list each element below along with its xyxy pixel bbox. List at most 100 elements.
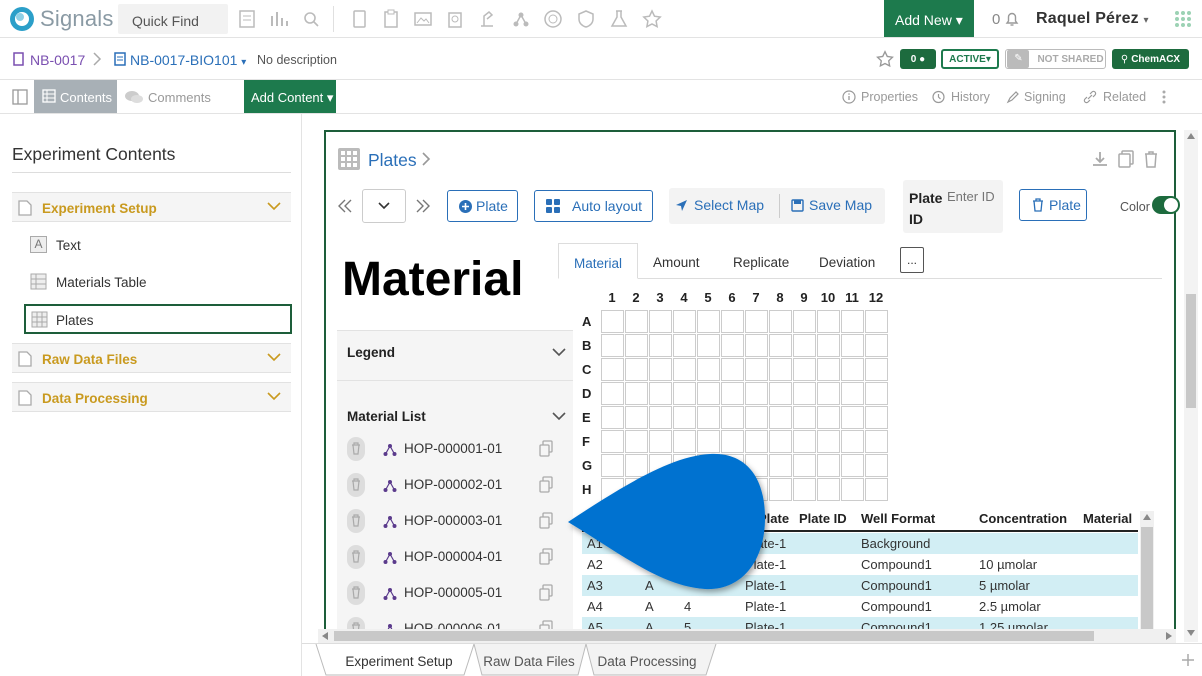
- plate-well[interactable]: [817, 310, 840, 333]
- plate-well[interactable]: [697, 310, 720, 333]
- plate-well[interactable]: [793, 358, 816, 381]
- section-raw-data-files[interactable]: Raw Data Files: [12, 343, 291, 373]
- sidebar-toggle-icon[interactable]: [12, 89, 28, 105]
- plate-well[interactable]: [865, 334, 888, 357]
- copy-icon[interactable]: [1116, 149, 1136, 169]
- trash-icon[interactable]: [347, 545, 365, 569]
- plate-well[interactable]: [601, 334, 624, 357]
- document-list-icon[interactable]: [236, 8, 258, 30]
- list-item[interactable]: HOP-000003-01: [337, 505, 573, 541]
- plate-well[interactable]: [793, 454, 816, 477]
- plate-row-header[interactable]: C: [582, 362, 591, 377]
- copy-icon[interactable]: [538, 584, 554, 602]
- scroll-right-icon[interactable]: [1166, 632, 1172, 640]
- plate-column-header[interactable]: 4: [674, 290, 694, 305]
- section-tab-data-processing[interactable]: Data Processing: [586, 644, 708, 676]
- plate-column-header[interactable]: 2: [626, 290, 646, 305]
- plate-well[interactable]: [697, 406, 720, 429]
- color-toggle[interactable]: [1152, 196, 1180, 214]
- section-tab-experiment-setup[interactable]: Experiment Setup: [326, 644, 472, 676]
- plate-well[interactable]: [625, 382, 648, 405]
- plate-well[interactable]: [793, 334, 816, 357]
- tab-deviation[interactable]: Deviation: [804, 243, 890, 279]
- plate-well[interactable]: [697, 358, 720, 381]
- trash-icon[interactable]: [347, 581, 365, 605]
- plate-row-header[interactable]: E: [582, 410, 591, 425]
- last-page-icon[interactable]: [414, 196, 432, 216]
- plate-row-header[interactable]: F: [582, 434, 590, 449]
- tab-amount[interactable]: Amount: [638, 243, 715, 279]
- quick-find-button[interactable]: Quick Find: [118, 4, 228, 34]
- plate-well[interactable]: [817, 358, 840, 381]
- table-row[interactable]: A5 A 5 Plate-1 Compound1 1.25 µmolar: [582, 617, 1138, 629]
- plate-well[interactable]: [841, 334, 864, 357]
- plate-column-header[interactable]: 11: [842, 290, 862, 305]
- shield-icon[interactable]: [575, 8, 597, 30]
- plate-id-input[interactable]: [947, 187, 1001, 205]
- section-data-processing[interactable]: Data Processing: [12, 382, 291, 412]
- related-link[interactable]: Related: [1103, 90, 1146, 104]
- assay-icon[interactable]: [444, 8, 466, 30]
- plate-well[interactable]: [841, 478, 864, 501]
- column-header-plate-id[interactable]: Plate ID: [799, 511, 847, 530]
- plate-column-header[interactable]: 8: [770, 290, 790, 305]
- plate-well[interactable]: [817, 382, 840, 405]
- plate-well[interactable]: [745, 382, 768, 405]
- plate-well[interactable]: [745, 334, 768, 357]
- scroll-down-icon[interactable]: [1187, 630, 1195, 636]
- plate-well[interactable]: [721, 334, 744, 357]
- plate-well[interactable]: [817, 430, 840, 453]
- plate-column-header[interactable]: 10: [818, 290, 838, 305]
- plate-column-header[interactable]: 7: [746, 290, 766, 305]
- list-item[interactable]: HOP-000005-01: [337, 577, 573, 613]
- scroll-left-icon[interactable]: [322, 632, 328, 640]
- plate-well[interactable]: [841, 310, 864, 333]
- plate-well[interactable]: [649, 406, 672, 429]
- image-icon[interactable]: [412, 8, 434, 30]
- plate-well[interactable]: [601, 406, 624, 429]
- list-item[interactable]: HOP-000006-01: [337, 613, 573, 630]
- download-icon[interactable]: [1090, 149, 1110, 169]
- plate-well[interactable]: [793, 310, 816, 333]
- plate-select[interactable]: [362, 189, 406, 223]
- plate-well[interactable]: [745, 406, 768, 429]
- clipboard-icon[interactable]: [380, 8, 402, 30]
- plate-well[interactable]: [625, 358, 648, 381]
- plate-column-header[interactable]: 1: [602, 290, 622, 305]
- plate-well[interactable]: [865, 454, 888, 477]
- copy-icon[interactable]: [538, 548, 554, 566]
- plate-well[interactable]: [625, 406, 648, 429]
- plate-well[interactable]: [673, 406, 696, 429]
- plate-well[interactable]: [817, 334, 840, 357]
- trash-icon[interactable]: [347, 509, 365, 533]
- experiment-link[interactable]: NB-0017-BIO101 ▾: [130, 52, 246, 68]
- plate-well[interactable]: [697, 334, 720, 357]
- plate-well[interactable]: [721, 358, 744, 381]
- plate-well[interactable]: [745, 310, 768, 333]
- plate-well[interactable]: [841, 382, 864, 405]
- plate-well[interactable]: [865, 478, 888, 501]
- plate-well[interactable]: [865, 358, 888, 381]
- plate-well[interactable]: [769, 478, 792, 501]
- experiment-description[interactable]: No description: [257, 53, 337, 67]
- tab-contents[interactable]: Contents: [34, 80, 117, 113]
- comments-count-badge[interactable]: 0 ●: [900, 49, 936, 69]
- plate-well[interactable]: [721, 382, 744, 405]
- chevron-down-icon[interactable]: [552, 347, 566, 357]
- chemacx-button[interactable]: ⚲ ChemACX: [1112, 49, 1189, 69]
- plate-well[interactable]: [769, 430, 792, 453]
- chevron-down-icon[interactable]: [267, 201, 281, 211]
- search-icon[interactable]: [300, 8, 322, 30]
- plate-column-header[interactable]: 3: [650, 290, 670, 305]
- chevron-right-icon[interactable]: [420, 150, 432, 168]
- save-map-button[interactable]: Save Map: [791, 197, 872, 213]
- plate-column-header[interactable]: 6: [722, 290, 742, 305]
- plate-well[interactable]: [793, 406, 816, 429]
- plate-row-header[interactable]: A: [582, 314, 591, 329]
- add-plate-button[interactable]: Plate: [447, 190, 518, 222]
- plate-well[interactable]: [769, 406, 792, 429]
- chevron-down-icon[interactable]: [267, 352, 281, 362]
- more-tabs-button[interactable]: ...: [900, 247, 924, 273]
- plate-well[interactable]: [841, 358, 864, 381]
- plate-column-header[interactable]: 12: [866, 290, 886, 305]
